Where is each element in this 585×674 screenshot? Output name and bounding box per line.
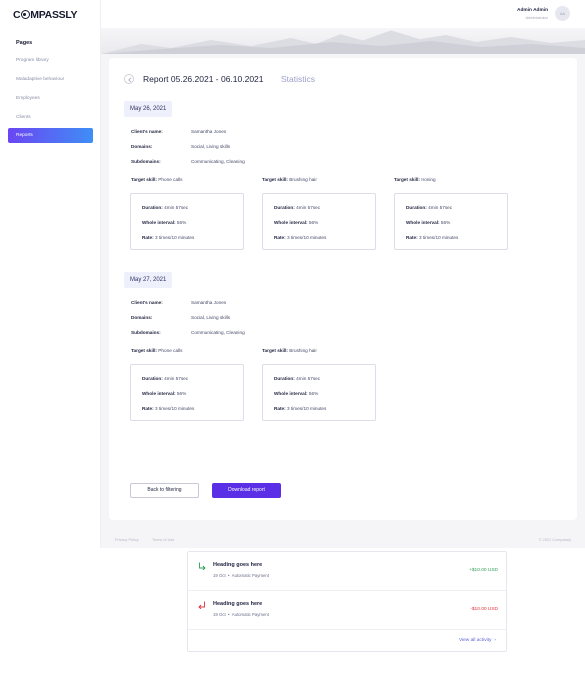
client-name-label: Client's name: <box>131 129 163 134</box>
chevron-right-icon: › <box>494 638 496 643</box>
arrow-in-icon <box>199 562 206 570</box>
skill-metrics-card: Duration: 4min 57sec Whole interval: 56%… <box>262 364 376 421</box>
activity-amount: -$10.00 USD <box>470 607 498 612</box>
session-date-chip: May 27, 2021 <box>124 272 173 288</box>
top-header: Admin Admin Administrator AA <box>101 0 585 28</box>
report-subtitle: Statistics <box>281 74 316 84</box>
client-name-value: Samantha Jones <box>191 129 227 134</box>
back-button[interactable] <box>124 74 134 84</box>
domains-label: Domains: <box>131 315 153 320</box>
back-to-filtering-button[interactable]: Back to filtering <box>130 483 199 498</box>
target-skill: Target skill: Phone calls <box>131 177 183 182</box>
client-name-value: Samantha Jones <box>191 300 227 305</box>
duration-metric: Duration: 4min 57sec <box>142 376 189 381</box>
logo-compass-icon <box>20 10 30 19</box>
report-title: Report 05.26.2021 - 06.10.2021 <box>143 74 264 84</box>
terms-of-use-link[interactable]: Terms of Use <box>152 538 174 542</box>
skill-metrics-card: Duration: 4min 57sec Whole interval: 56%… <box>130 193 244 250</box>
sidebar-item-maladaptive-behaviour[interactable]: Maladaptive behaviour <box>8 72 93 87</box>
activity-heading: Heading goes here <box>213 601 263 607</box>
duration-metric: Duration: 4min 57sec <box>142 205 189 210</box>
user-role: Administrator <box>525 16 548 20</box>
sidebar-item-employees[interactable]: Employees <box>8 91 93 106</box>
target-skill: Target skill: Ironing <box>394 177 436 182</box>
avatar[interactable]: AA <box>555 6 570 21</box>
sidebar-item-clients[interactable]: Clients <box>8 110 93 125</box>
subdomains-value: Communicating, Cleaning <box>191 330 245 335</box>
rate-metric: Rate: 3 times/10 minutes <box>274 235 327 240</box>
skill-metrics-card: Duration: 4min 57sec Whole interval: 56%… <box>262 193 376 250</box>
target-skill: Target skill: Brushing hair <box>262 348 317 353</box>
sidebar-item-program-library[interactable]: Program library <box>8 53 93 68</box>
activity-item[interactable]: Heading goes here 19 Oct • Automatic Pay… <box>188 591 506 630</box>
subdomains-label: Subdomains: <box>131 330 161 335</box>
activity-heading: Heading goes here <box>213 562 263 568</box>
mountain-illustration <box>101 29 585 54</box>
skill-metrics-card: Duration: 4min 57sec Whole interval: 56%… <box>394 193 508 250</box>
whole-interval-metric: Whole interval: 56% <box>142 391 187 396</box>
target-skill: Target skill: Brushing hair <box>262 177 317 182</box>
duration-metric: Duration: 4min 57sec <box>406 205 453 210</box>
domains-label: Domains: <box>131 144 153 149</box>
target-skill: Target skill: Phone calls <box>131 348 183 353</box>
whole-interval-metric: Whole interval: 56% <box>406 220 451 225</box>
view-all-activity-link[interactable]: View all activity › <box>459 638 496 643</box>
rate-metric: Rate: 3 times/10 minutes <box>274 406 327 411</box>
arrow-out-icon <box>198 601 205 609</box>
sidebar-section-title: Pages <box>16 40 33 46</box>
whole-interval-metric: Whole interval: 56% <box>274 391 319 396</box>
activity-amount: +$10.00 USD <box>469 568 498 573</box>
download-report-button[interactable]: Download report <box>212 483 281 498</box>
client-name-label: Client's name: <box>131 300 163 305</box>
copyright: © 2021 Compassly <box>538 538 571 542</box>
whole-interval-metric: Whole interval: 56% <box>142 220 187 225</box>
user-name[interactable]: Admin Admin <box>517 8 548 13</box>
activity-item[interactable]: Heading goes here 19 Oct • Automatic Pay… <box>188 552 506 591</box>
chevron-left-icon <box>128 77 132 83</box>
rate-metric: Rate: 3 times/10 minutes <box>406 235 459 240</box>
sidebar: C MPASSLY Pages Program library Maladapti… <box>0 0 101 548</box>
rate-metric: Rate: 3 times/10 minutes <box>142 406 195 411</box>
report-card <box>109 58 577 520</box>
session-date-chip: May 26, 2021 <box>124 101 173 117</box>
compassly-logo[interactable]: C MPASSLY <box>13 9 78 21</box>
domains-value: Social, Living skills <box>191 144 231 149</box>
rate-metric: Rate: 3 times/10 minutes <box>142 235 195 240</box>
subdomains-label: Subdomains: <box>131 159 161 164</box>
sidebar-item-reports[interactable]: Reports <box>8 128 93 143</box>
skill-metrics-card: Duration: 4min 57sec Whole interval: 56%… <box>130 364 244 421</box>
activity-meta: 19 Oct • Automatic Payment <box>213 612 269 617</box>
duration-metric: Duration: 4min 57sec <box>274 205 321 210</box>
duration-metric: Duration: 4min 57sec <box>274 376 321 381</box>
privacy-policy-link[interactable]: Privacy Policy <box>115 538 139 542</box>
app-root: C MPASSLY Pages Program library Maladapti… <box>0 0 585 674</box>
activity-meta: 19 Oct • Automatic Payment <box>213 573 269 578</box>
mountain-banner <box>101 28 585 54</box>
subdomains-value: Communicating, Cleaning <box>191 159 245 164</box>
activity-panel: Heading goes here 19 Oct • Automatic Pay… <box>187 551 507 652</box>
domains-value: Social, Living skills <box>191 315 231 320</box>
whole-interval-metric: Whole interval: 56% <box>274 220 319 225</box>
